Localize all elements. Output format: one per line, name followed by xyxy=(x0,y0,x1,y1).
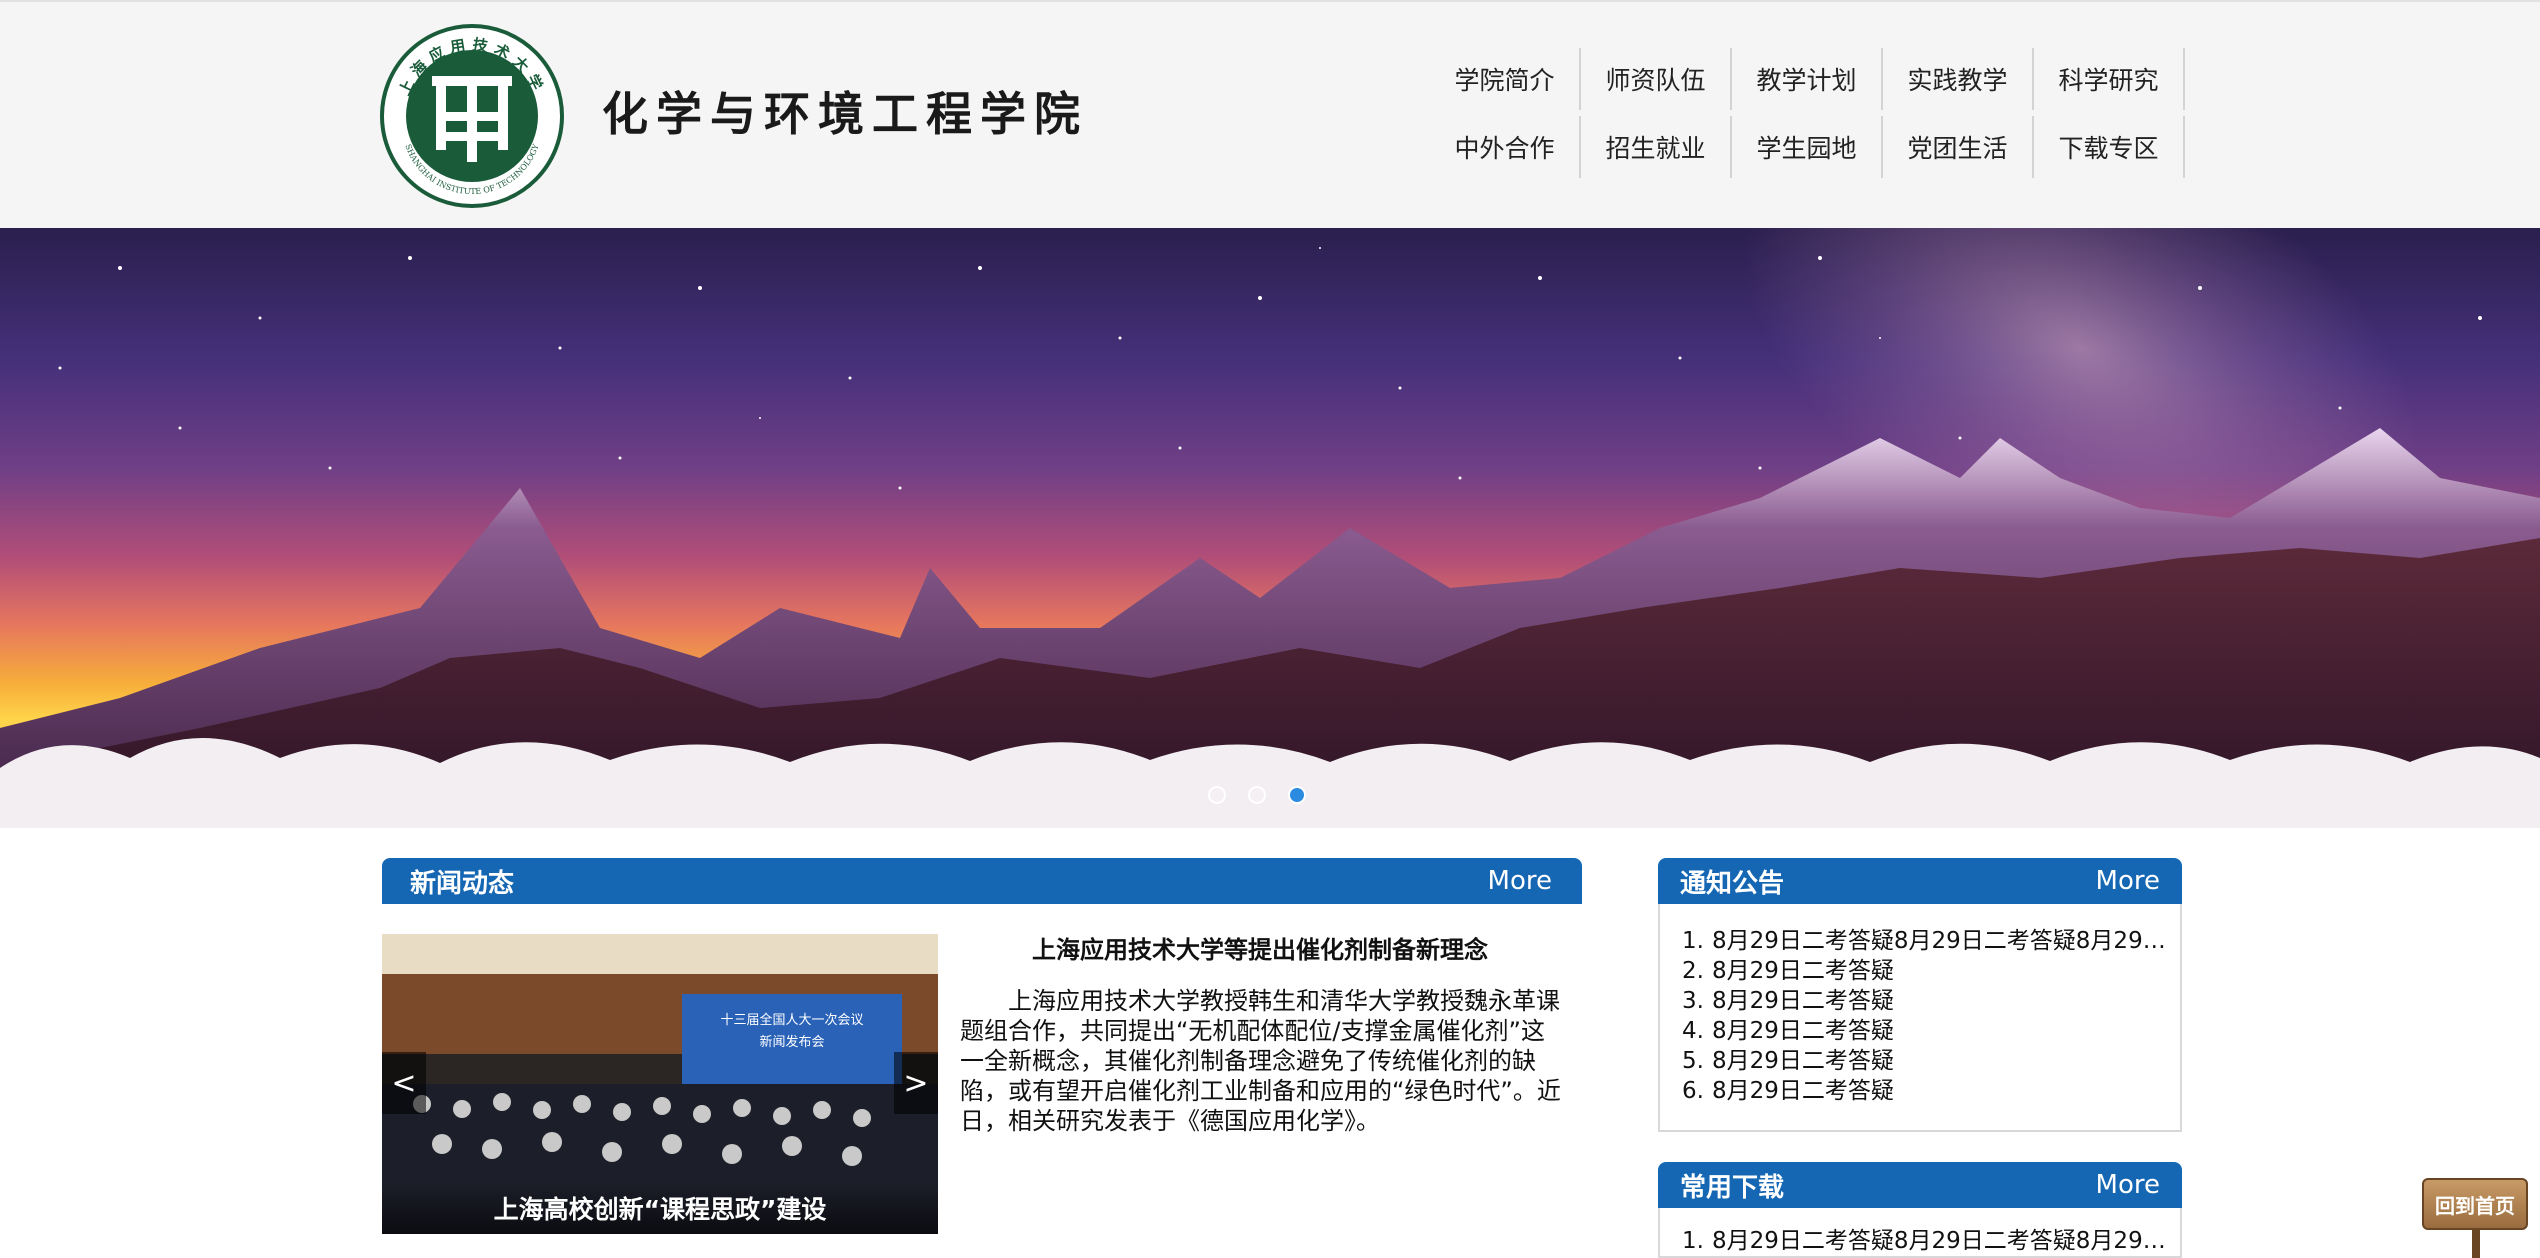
photo-screen-text-2: 新闻发布会 xyxy=(759,1034,824,1050)
list-item[interactable]: 1.8月29日二考答疑8月29日二考答疑8月29日二考答疑 xyxy=(1670,1226,2170,1256)
nav-item-party[interactable]: 党团生活 xyxy=(1883,116,2034,178)
nav-item-international[interactable]: 中外合作 xyxy=(1430,116,1581,178)
photo-caption[interactable]: 上海高校创新“课程思政”建设 xyxy=(382,1182,938,1234)
photo-next-button[interactable]: > xyxy=(894,1052,938,1114)
photo-prev-button[interactable]: < xyxy=(382,1052,426,1114)
downloads-section-header: 常用下载 More xyxy=(1658,1162,2182,1208)
university-logo[interactable]: 上海应用技术大学 SHANGHAI INSTITUTE OF TECHNOLOG… xyxy=(380,24,564,208)
nav-item-admissions[interactable]: 招生就业 xyxy=(1581,116,1732,178)
news-section-title: 新闻动态 xyxy=(410,868,515,899)
nav-item-downloads[interactable]: 下载专区 xyxy=(2034,116,2185,178)
nav-item-teaching-plan[interactable]: 教学计划 xyxy=(1732,48,1883,110)
downloads-more-link[interactable]: More xyxy=(2096,1170,2160,1200)
back-to-top-button[interactable]: 回到首页 xyxy=(2422,1178,2528,1230)
banner-dot-1[interactable] xyxy=(1208,786,1226,804)
list-item[interactable]: 3. 8月29日二考答疑 xyxy=(1670,986,2170,1016)
banner-pagination xyxy=(1208,786,1306,804)
site-header: 上海应用技术大学 SHANGHAI INSTITUTE OF TECHNOLOG… xyxy=(0,0,2540,228)
list-item[interactable]: 4. 8月29日二考答疑 xyxy=(1670,1016,2170,1046)
news-photo-carousel[interactable]: 十三届全国人大一次会议 新闻发布会 < > 上海高校创新“课程思政”建设 xyxy=(382,934,938,1234)
notices-more-link[interactable]: More xyxy=(2096,866,2160,896)
nav-item-research[interactable]: 科学研究 xyxy=(2034,48,2185,110)
downloads-box: 1.8月29日二考答疑8月29日二考答疑8月29日二考答疑 xyxy=(1658,1208,2182,1258)
nav-item-faculty[interactable]: 师资队伍 xyxy=(1581,48,1732,110)
notices-box: 1.8月29日二考答疑8月29日二考答疑8月29日二考答疑 2.8月29日二考答… xyxy=(1658,904,2182,1132)
news-headline[interactable]: 上海应用技术大学等提出催化剂制备新理念 xyxy=(960,930,1560,965)
banner-dot-2[interactable] xyxy=(1248,786,1266,804)
downloads-list: 1.8月29日二考答疑8月29日二考答疑8月29日二考答疑 xyxy=(1670,1226,2170,1256)
banner-dot-3-active[interactable] xyxy=(1288,786,1306,804)
nav-item-students[interactable]: 学生园地 xyxy=(1732,116,1883,178)
downloads-section-title: 常用下载 xyxy=(1680,1172,1785,1203)
news-body: 上海应用技术大学教授韩生和清华大学教授魏永革课题组合作，共同提出“无机配体配位/… xyxy=(960,987,1561,1135)
list-item[interactable]: 5. 8月29日二考答疑 xyxy=(1670,1046,2170,1076)
notices-section-header: 通知公告 More xyxy=(1658,858,2182,904)
nav-item-about[interactable]: 学院简介 xyxy=(1430,48,1581,110)
main-nav: 学院简介 师资队伍 教学计划 实践教学 科学研究 中外合作 招生就业 学生园地 … xyxy=(1430,48,2185,178)
site-title: 化学与环境工程学院 xyxy=(602,87,1088,141)
back-to-top-post xyxy=(2472,1230,2480,1258)
nav-item-practice[interactable]: 实践教学 xyxy=(1883,48,2034,110)
notices-section-title: 通知公告 xyxy=(1680,868,1785,899)
list-item[interactable]: 1.8月29日二考答疑8月29日二考答疑8月29日二考答疑 xyxy=(1670,926,2170,956)
list-item[interactable]: 6. 8月29日二考答疑 xyxy=(1670,1076,2170,1106)
notices-list: 1.8月29日二考答疑8月29日二考答疑8月29日二考答疑 2.8月29日二考答… xyxy=(1670,926,2170,1106)
news-more-link[interactable]: More xyxy=(1488,866,1552,896)
clouds xyxy=(0,738,2540,828)
list-item[interactable]: 2. 8月29日二考答疑 xyxy=(1670,956,2170,986)
banner-image xyxy=(0,228,2540,828)
hero-banner[interactable] xyxy=(0,228,2540,828)
photo-screen-text-1: 十三届全国人大一次会议 xyxy=(720,1012,863,1028)
news-section-header: 新闻动态 More xyxy=(382,858,1582,904)
